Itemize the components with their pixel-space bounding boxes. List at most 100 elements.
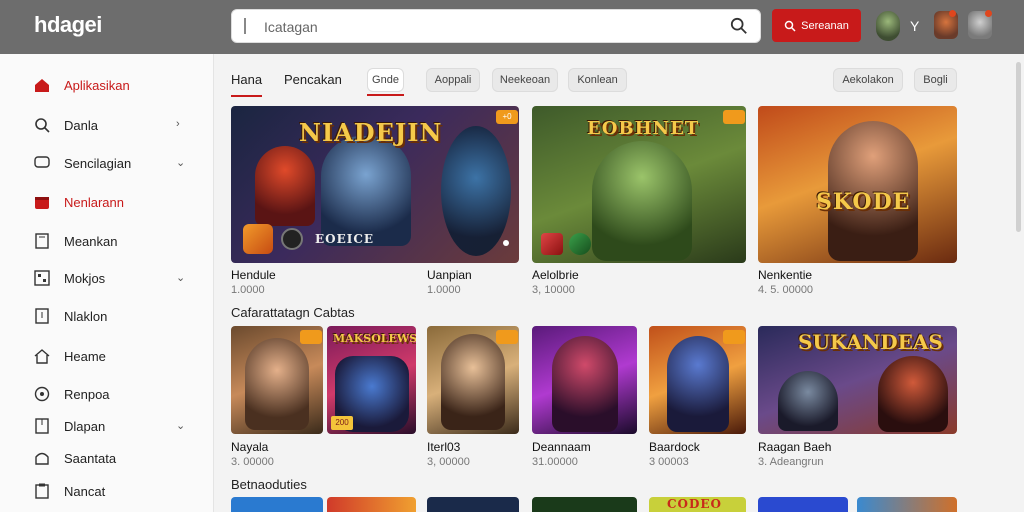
scrollbar[interactable]	[1016, 62, 1021, 232]
game-meta: 3 00003	[649, 456, 689, 468]
sidebar-item-nenlarann[interactable]: Nenlarann	[0, 187, 214, 217]
game-title[interactable]: Uanpian	[427, 268, 472, 282]
top-bar: hdagei Icatagan Sereanan Y	[0, 0, 1024, 54]
game-meta: 31.00000	[532, 456, 578, 468]
sidebar-item-sencilagian[interactable]: Sencilagian ⌄	[0, 148, 214, 178]
sidebar-item-label: Aplikasikan	[64, 78, 130, 93]
character-art	[441, 334, 505, 430]
chevron-down-icon[interactable]: ⌄	[176, 156, 185, 169]
game-title[interactable]: Iterl03	[427, 440, 460, 454]
chip-active-indicator	[367, 94, 404, 96]
app-logo[interactable]: hdagei	[34, 12, 102, 38]
game-card[interactable]	[327, 497, 416, 512]
game-title[interactable]: Raagan Baeh	[758, 440, 831, 454]
badge	[300, 330, 322, 344]
chevron-down-icon[interactable]: ⌄	[176, 271, 185, 284]
game-meta: 3, 10000	[532, 284, 575, 296]
game-card[interactable]: NIADEJIN EOEICE	[231, 106, 519, 263]
carousel-dot[interactable]	[503, 240, 509, 246]
sidebar-item-heame[interactable]: Heame	[0, 341, 214, 371]
search-icon[interactable]	[730, 17, 748, 35]
character-art	[245, 338, 309, 430]
game-card[interactable]: SUKANDEAS	[758, 326, 957, 434]
filter-chip[interactable]: Aoppali	[426, 68, 480, 92]
game-icon	[281, 228, 303, 250]
book-icon	[35, 233, 49, 249]
character-art	[552, 336, 618, 432]
notification-dot	[985, 10, 992, 17]
game-art-title: CODEO	[667, 497, 723, 511]
character-art	[878, 356, 948, 432]
sidebar: Aplikasikan Danla › Sencilagian ⌄ Nenlar…	[0, 54, 214, 512]
game-card[interactable]	[532, 326, 637, 434]
chevron-down-icon[interactable]: ⌄	[176, 419, 185, 432]
chevron-right-icon[interactable]: ›	[176, 118, 180, 130]
game-card[interactable]	[857, 497, 957, 512]
game-icon	[569, 233, 591, 255]
calendar-icon	[35, 197, 49, 209]
character-art	[592, 141, 692, 261]
search-bar[interactable]: Icatagan	[231, 9, 761, 43]
sidebar-item-nlaklon[interactable]: Nlaklon	[0, 301, 214, 331]
game-art-title: MAKSOLEWS	[333, 332, 416, 345]
character-art	[321, 136, 411, 246]
game-icon	[243, 224, 273, 254]
game-title[interactable]: Nayala	[231, 440, 268, 454]
avatar[interactable]	[876, 11, 900, 41]
badge	[496, 330, 518, 344]
search-submit-button[interactable]: Sereanan	[772, 9, 861, 42]
sidebar-item-renpoa[interactable]: Renpoa	[0, 379, 214, 409]
profile-letter[interactable]: Y	[910, 18, 919, 34]
section-title: Cafarattatagn Cabtas	[231, 305, 355, 320]
game-meta: 3. Adeangrun	[758, 456, 824, 468]
game-title[interactable]: Hendule	[231, 268, 276, 282]
game-card[interactable]: EOBHNET	[532, 106, 746, 263]
clock-icon	[34, 386, 50, 402]
sidebar-item-danla[interactable]: Danla ›	[0, 110, 214, 140]
sidebar-item-label: Nenlarann	[64, 195, 124, 210]
sidebar-item-nancat[interactable]: Nancat	[0, 476, 214, 506]
sidebar-item-aplikasikan[interactable]: Aplikasikan	[0, 70, 214, 100]
tab-hana[interactable]: Hana	[231, 72, 263, 97]
game-title[interactable]: Aelolbrie	[532, 268, 579, 282]
game-meta: 3. 00000	[231, 456, 274, 468]
game-title[interactable]: Baardock	[649, 440, 700, 454]
tab-pencakan[interactable]: Pencakan	[284, 72, 342, 87]
sidebar-item-label: Heame	[64, 349, 106, 364]
game-card[interactable]: CODEO	[649, 497, 746, 512]
game-card[interactable]	[532, 497, 637, 512]
sidebar-item-mokjos[interactable]: Mokjos ⌄	[0, 263, 214, 293]
sidebar-item-label: Meankan	[64, 234, 118, 249]
filter-chip[interactable]: Neekeoan	[492, 68, 558, 92]
game-meta: 1.0000	[231, 284, 265, 296]
section-title: Betnaoduties	[231, 477, 307, 492]
game-icon	[541, 233, 563, 255]
game-art-title: SUKANDEAS	[798, 330, 943, 354]
game-card[interactable]: MAKSOLEWS 200	[327, 326, 416, 434]
filter-chip[interactable]: Bogli	[914, 68, 957, 92]
sidebar-item-label: Sencilagian	[64, 156, 132, 171]
clipboard-icon	[35, 483, 49, 499]
game-card[interactable]	[427, 497, 519, 512]
chip-label: Gnde	[372, 74, 399, 86]
filter-chip[interactable]: Konlean	[568, 68, 627, 92]
chip-label: Konlean	[577, 74, 618, 86]
sidebar-item-label: Danla	[64, 118, 98, 133]
game-card[interactable]: SKODE	[758, 106, 957, 263]
home-icon	[35, 79, 49, 92]
sidebar-item-dlapan[interactable]: Dlapan ⌄	[0, 411, 214, 441]
game-card[interactable]	[758, 497, 848, 512]
search-placeholder[interactable]: Icatagan	[264, 19, 318, 35]
sidebar-item-label: Saantata	[64, 451, 117, 466]
game-card[interactable]	[231, 497, 323, 512]
filter-chip[interactable]: Aekolakon	[833, 68, 903, 92]
sidebar-item-label: Nlaklon	[64, 309, 108, 324]
chip-label: Neekeoan	[499, 74, 551, 86]
sidebar-item-meankan[interactable]: Meankan	[0, 226, 214, 256]
game-title[interactable]: Deannaam	[532, 440, 591, 454]
game-title[interactable]: Nenkentie	[758, 268, 812, 282]
game-meta: 4. 5. 00000	[758, 284, 814, 296]
sidebar-item-saantata[interactable]: Saantata	[0, 443, 214, 473]
chip-label: Bogli	[923, 74, 948, 86]
filter-chip[interactable]: Gnde	[367, 68, 404, 92]
